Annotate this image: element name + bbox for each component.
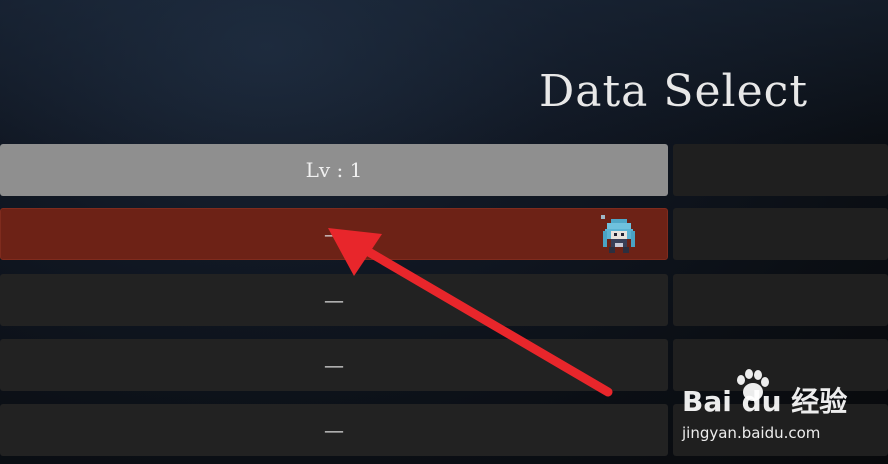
save-slot-1-side-panel: [673, 144, 888, 196]
save-slot-2[interactable]: —: [0, 208, 668, 260]
save-slot-2-side-panel: [673, 208, 888, 260]
baidu-paw-icon: [737, 369, 769, 401]
save-slot-label: Lv : 1: [305, 158, 363, 182]
save-slot-1[interactable]: Lv : 1: [0, 144, 668, 196]
baidu-watermark: Bai du 经验 jingyan.baidu.com: [678, 368, 878, 448]
save-slot-5[interactable]: —: [0, 404, 668, 456]
save-slot-3-side-panel: [673, 274, 888, 326]
save-slot-label: —: [324, 353, 344, 377]
save-slot-4[interactable]: —: [0, 339, 668, 391]
game-screen: Data Select Lv : 1 — — — — Bai du 经验 jin…: [0, 0, 888, 464]
character-sprite-icon: [597, 213, 641, 257]
screen-title: Data Select: [538, 66, 808, 117]
watermark-url: jingyan.baidu.com: [682, 424, 821, 442]
save-slot-label: —: [324, 222, 344, 246]
save-slot-label: —: [324, 288, 344, 312]
save-slot-3[interactable]: —: [0, 274, 668, 326]
save-slot-label: —: [324, 418, 344, 442]
